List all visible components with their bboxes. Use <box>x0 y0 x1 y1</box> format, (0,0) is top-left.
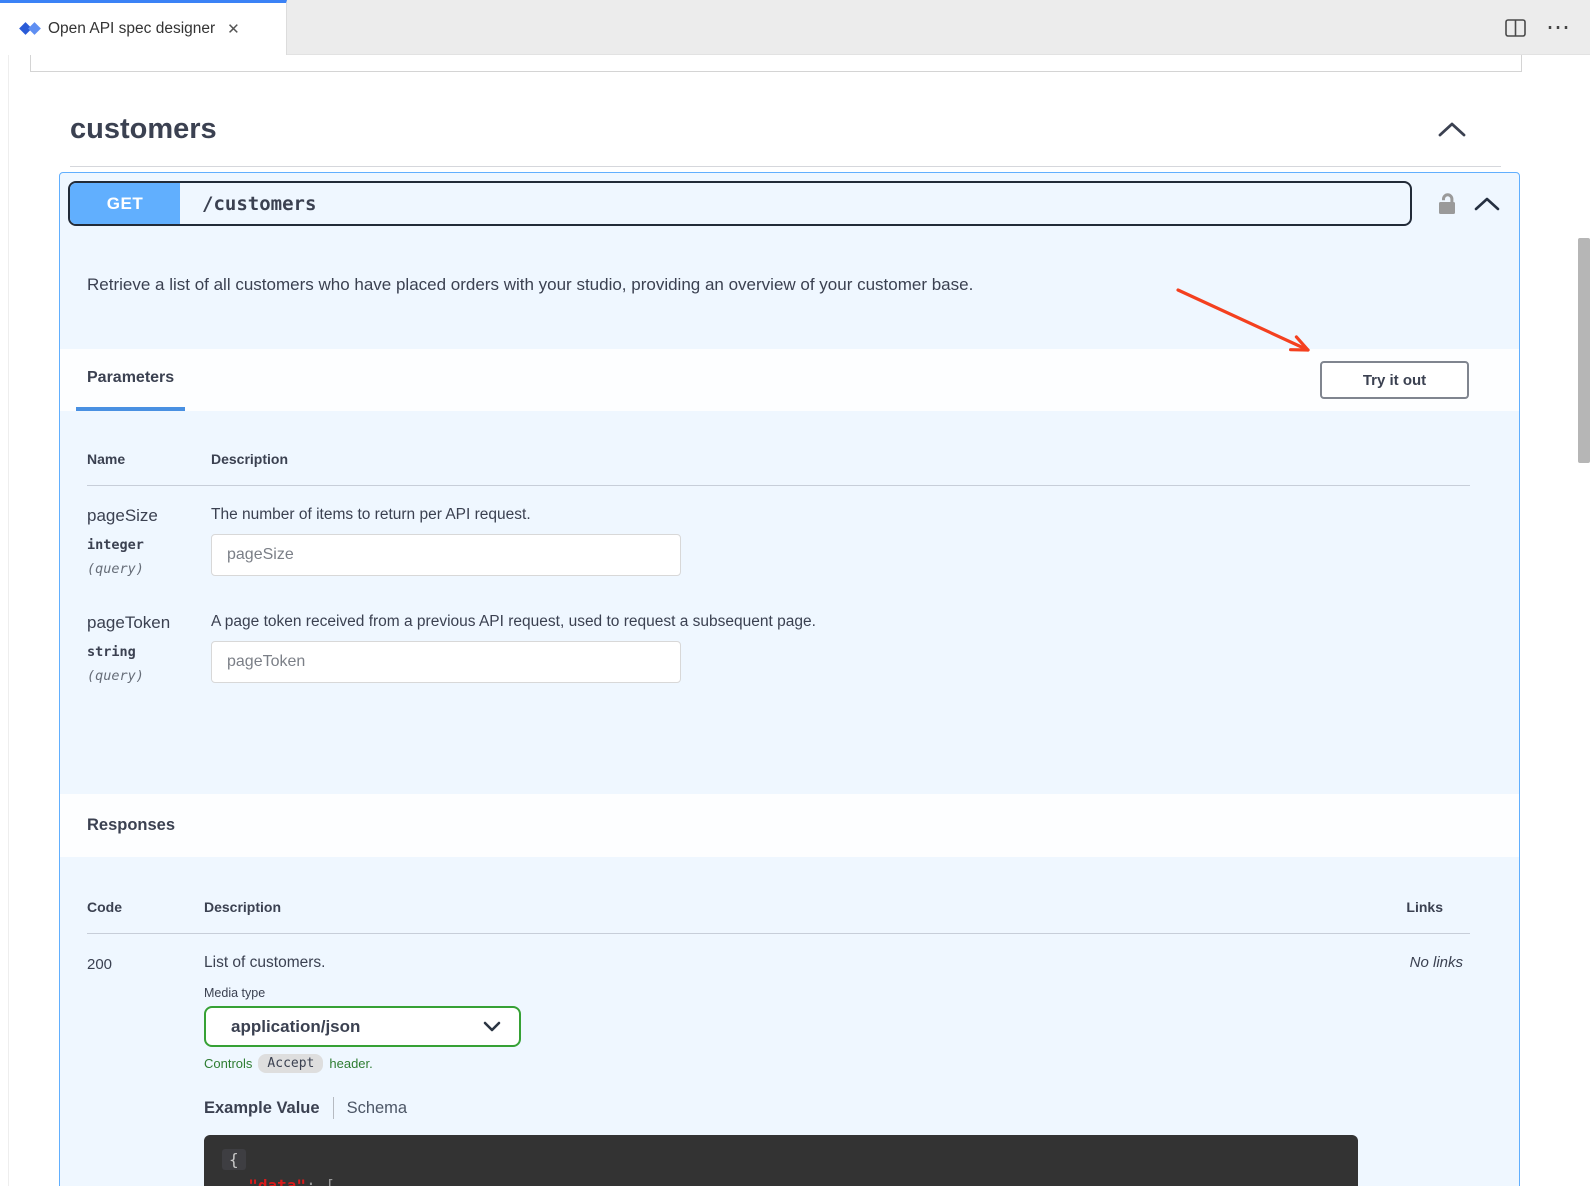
param-type: integer <box>87 537 211 553</box>
header-description: Description <box>211 451 1470 467</box>
tab-parameters[interactable]: Parameters <box>76 349 185 411</box>
pagetoken-input[interactable] <box>211 641 681 683</box>
accept-chip: Accept <box>258 1054 323 1073</box>
accept-header-hint: Controls Accept header. <box>204 1054 1360 1073</box>
header-code: Code <box>87 899 204 915</box>
tab-title: Open API spec designer <box>48 20 215 38</box>
media-type-select[interactable]: application/json <box>204 1006 521 1047</box>
auth-unlocked-icon[interactable] <box>1436 191 1458 217</box>
hint-suffix: header. <box>329 1056 372 1071</box>
tab-open-api-spec-designer[interactable]: Open API spec designer ✕ <box>0 0 287 55</box>
example-code-block: { "data": [ <box>204 1135 1358 1186</box>
param-description: A page token received from a previous AP… <box>211 613 1470 631</box>
param-description: The number of items to return per API re… <box>211 506 1470 524</box>
parameters-table-header: Name Description <box>87 451 1470 486</box>
operation-path: /customers <box>202 183 316 224</box>
param-type: string <box>87 644 211 660</box>
media-type-label: Media type <box>204 986 1360 1000</box>
spec-preview-page: customers GET /customers <box>0 55 1590 1186</box>
section-collapse-chevron-up-icon[interactable] <box>1437 121 1467 143</box>
parameters-section: Name Description pageSize integer (query… <box>60 411 1519 794</box>
chevron-down-icon <box>483 1021 501 1032</box>
parameter-row-pagetoken: pageToken string (query) A page token re… <box>87 593 1470 700</box>
param-location: (query) <box>87 561 211 577</box>
opblock-get-customers: GET /customers Retrieve a list of all cu… <box>59 172 1520 1186</box>
example-schema-tabs: Example Value Schema <box>204 1097 1360 1119</box>
tab-close-icon[interactable]: ✕ <box>227 20 240 38</box>
param-name: pageToken <box>87 613 211 633</box>
response-row-200: 200 List of customers. Media type applic… <box>87 934 1470 1186</box>
response-description: List of customers. <box>204 954 1360 972</box>
opblock-summary-bar[interactable]: GET /customers <box>68 181 1412 226</box>
parameter-row-pagesize: pageSize integer (query) The number of i… <box>87 486 1470 593</box>
method-badge: GET <box>70 183 180 224</box>
pagesize-input[interactable] <box>211 534 681 576</box>
tabs-divider <box>333 1097 334 1119</box>
more-actions-icon[interactable]: ⋯ <box>1546 18 1572 38</box>
operation-tab-row: Parameters Try it out <box>60 349 1519 411</box>
responses-heading: Responses <box>60 794 1519 857</box>
param-location: (query) <box>87 668 211 684</box>
responses-table-header: Code Description Links <box>87 899 1470 934</box>
editor-actions: ⋯ <box>1505 0 1572 55</box>
response-code: 200 <box>87 954 204 1186</box>
media-type-value: application/json <box>231 1017 360 1037</box>
previous-section-edge <box>30 55 1522 72</box>
code-open-brace: { <box>222 1149 246 1170</box>
opblock-summary[interactable]: GET /customers <box>60 173 1519 234</box>
left-edge-divider <box>8 55 9 1186</box>
header-name: Name <box>87 451 211 467</box>
split-editor-icon[interactable] <box>1505 19 1526 37</box>
code-punct: : [ <box>306 1176 335 1186</box>
tab-example-value[interactable]: Example Value <box>204 1099 320 1118</box>
header-links: Links <box>1360 899 1470 915</box>
response-links: No links <box>1360 954 1470 1186</box>
try-it-out-button[interactable]: Try it out <box>1320 361 1469 399</box>
tab-schema[interactable]: Schema <box>347 1099 408 1118</box>
section-divider <box>70 166 1501 167</box>
editor-tab-bar: Open API spec designer ✕ ⋯ <box>0 0 1590 55</box>
opblock-collapse-chevron-up-icon[interactable] <box>1474 197 1500 211</box>
responses-section: Code Description Links 200 List of custo… <box>60 857 1519 1186</box>
operation-description: Retrieve a list of all customers who hav… <box>60 234 1519 349</box>
api-designer-logo-icon <box>20 20 42 38</box>
hint-prefix: Controls <box>204 1056 252 1071</box>
page-scrollbar-thumb[interactable] <box>1578 238 1590 463</box>
section-title[interactable]: customers <box>70 113 217 146</box>
header-description: Description <box>204 899 1360 915</box>
param-name: pageSize <box>87 506 211 526</box>
code-key-data: "data" <box>248 1176 306 1186</box>
